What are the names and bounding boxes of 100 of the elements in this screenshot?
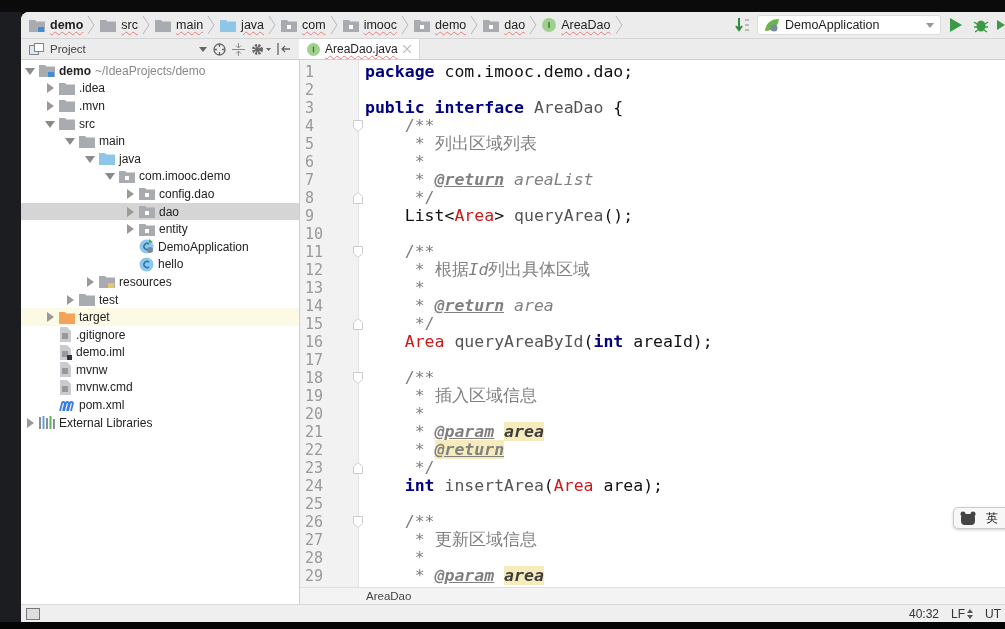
expand-arrow-icon[interactable] — [125, 206, 135, 217]
tree-item[interactable]: config.dao — [21, 185, 299, 203]
line-number: 11 — [305, 243, 324, 261]
tree-item[interactable]: .mvn — [21, 97, 299, 115]
code-line: * 插入区域信息 — [413, 387, 537, 405]
expand-arrow-icon[interactable] — [125, 224, 135, 235]
breadcrumb[interactable]: src — [100, 18, 142, 32]
chevron-icon — [142, 15, 150, 35]
tree-item-label: dao — [159, 204, 180, 219]
interface-icon — [307, 42, 320, 56]
breadcrumb[interactable]: imooc — [342, 18, 401, 32]
input-method-indicator[interactable]: 英 — [953, 507, 1005, 529]
expand-arrow-icon[interactable] — [25, 417, 35, 428]
collapse-arrow-icon[interactable] — [45, 118, 55, 129]
gear-icon[interactable] — [251, 42, 271, 56]
folder-icon — [29, 18, 45, 32]
fold-marker-icon[interactable] — [353, 192, 363, 204]
tree-item[interactable]: entity — [21, 220, 299, 238]
spring-class-icon — [139, 239, 154, 255]
excluded-folder-icon — [59, 310, 75, 324]
expand-arrow-icon[interactable] — [85, 276, 95, 287]
tree-item[interactable]: demo.iml — [21, 343, 299, 362]
tree-item[interactable]: test — [21, 290, 299, 309]
breadcrumb[interactable]: java — [220, 18, 269, 32]
folder-icon — [100, 18, 117, 32]
tree-item[interactable]: resources — [21, 273, 299, 291]
fold-marker-icon[interactable] — [353, 318, 363, 330]
chevron-icon — [614, 15, 623, 35]
maven-icon — [59, 399, 75, 412]
line-number: 19 — [305, 387, 324, 405]
chevron-icon — [329, 15, 338, 35]
breadcrumb[interactable]: dao — [483, 18, 530, 32]
editor-breadcrumb[interactable]: AreaDao — [366, 590, 412, 602]
collapse-arrow-icon[interactable] — [65, 136, 75, 147]
code-line: package com.imooc.demo.dao; — [365, 63, 634, 81]
run-icon[interactable] — [949, 18, 963, 32]
dropdown-caret-icon[interactable] — [199, 46, 207, 52]
breadcrumb[interactable]: demo — [29, 18, 88, 32]
breadcrumb[interactable]: com — [281, 18, 330, 32]
sort-icon[interactable] — [735, 17, 751, 33]
cursor-position[interactable]: 40:32 — [908, 606, 939, 621]
tree-item[interactable]: dao — [21, 202, 299, 221]
folder-icon — [155, 18, 171, 32]
collapse-arrow-icon[interactable] — [85, 153, 95, 164]
panel-toggle-icon[interactable] — [26, 607, 40, 620]
expand-arrow-icon[interactable] — [65, 294, 75, 305]
expand-arrow-icon[interactable] — [45, 101, 55, 111]
project-path: ~/IdeaProjects/demo — [95, 63, 206, 78]
fold-marker-icon[interactable] — [353, 246, 363, 258]
close-icon[interactable] — [402, 45, 411, 53]
folder-icon — [79, 134, 95, 148]
hide-panel-icon[interactable] — [277, 43, 291, 55]
fold-marker-icon[interactable] — [353, 120, 363, 132]
spring-boot-icon — [764, 18, 780, 32]
tree-item[interactable]: java — [21, 149, 299, 168]
tree-item[interactable]: mvnw.cmd — [21, 378, 299, 397]
target-icon[interactable] — [213, 42, 226, 56]
tree-item[interactable]: target — [21, 308, 299, 326]
tree-item[interactable]: pom.xml — [21, 396, 299, 414]
tree-item-label: .gitignore — [76, 327, 126, 342]
tree-item[interactable]: main — [21, 132, 299, 150]
code-line: /** — [403, 243, 435, 261]
file-icon — [59, 362, 72, 378]
tree-item[interactable]: .idea — [21, 79, 299, 98]
expand-arrow-icon[interactable] — [125, 188, 135, 199]
file-encoding[interactable]: UT — [985, 606, 1001, 621]
collapse-arrow-icon[interactable] — [105, 171, 115, 182]
fold-marker-icon[interactable] — [353, 516, 363, 528]
tree-item-label: target — [79, 310, 110, 325]
tree-item[interactable]: demo ~/IdeaProjects/demo — [21, 62, 299, 80]
tree-item-label: config.dao — [159, 186, 215, 201]
breadcrumb[interactable]: main — [155, 18, 208, 32]
breadcrumb[interactable]: demo — [414, 18, 471, 32]
collapse-all-icon[interactable] — [232, 42, 245, 56]
tree-item[interactable]: .gitignore — [21, 325, 299, 344]
tree-item[interactable]: hello — [21, 255, 299, 274]
line-separator[interactable]: LF — [951, 606, 973, 621]
line-number: 20 — [305, 405, 324, 423]
tree-item[interactable]: com.imooc.demo — [21, 167, 299, 186]
collapse-arrow-icon[interactable] — [25, 65, 35, 76]
tree-item[interactable]: src — [21, 114, 299, 133]
tree-item[interactable]: External Libraries — [21, 413, 299, 432]
tree-item-label: test — [99, 292, 119, 307]
step-icon[interactable] — [997, 17, 1005, 33]
expand-arrow-icon[interactable] — [45, 83, 55, 94]
package-icon — [139, 205, 155, 219]
dropdown-caret-icon — [926, 22, 934, 28]
run-configuration-dropdown[interactable]: DemoApplication — [757, 15, 941, 35]
panel-title: Project — [50, 43, 87, 55]
tree-item[interactable]: mvnw — [21, 361, 299, 379]
breadcrumb[interactable]: AreaDao — [542, 18, 615, 32]
tree-item[interactable]: DemoApplication — [21, 237, 299, 256]
fold-marker-icon[interactable] — [353, 462, 363, 474]
line-number: 27 — [305, 531, 324, 549]
fold-marker-icon[interactable] — [353, 372, 363, 384]
line-number: 18 — [305, 369, 324, 387]
expand-arrow-icon[interactable] — [45, 312, 55, 323]
line-number: 29 — [305, 567, 324, 585]
editor-tab[interactable]: AreaDao.java — [299, 39, 420, 59]
chevron-icon — [470, 15, 479, 35]
